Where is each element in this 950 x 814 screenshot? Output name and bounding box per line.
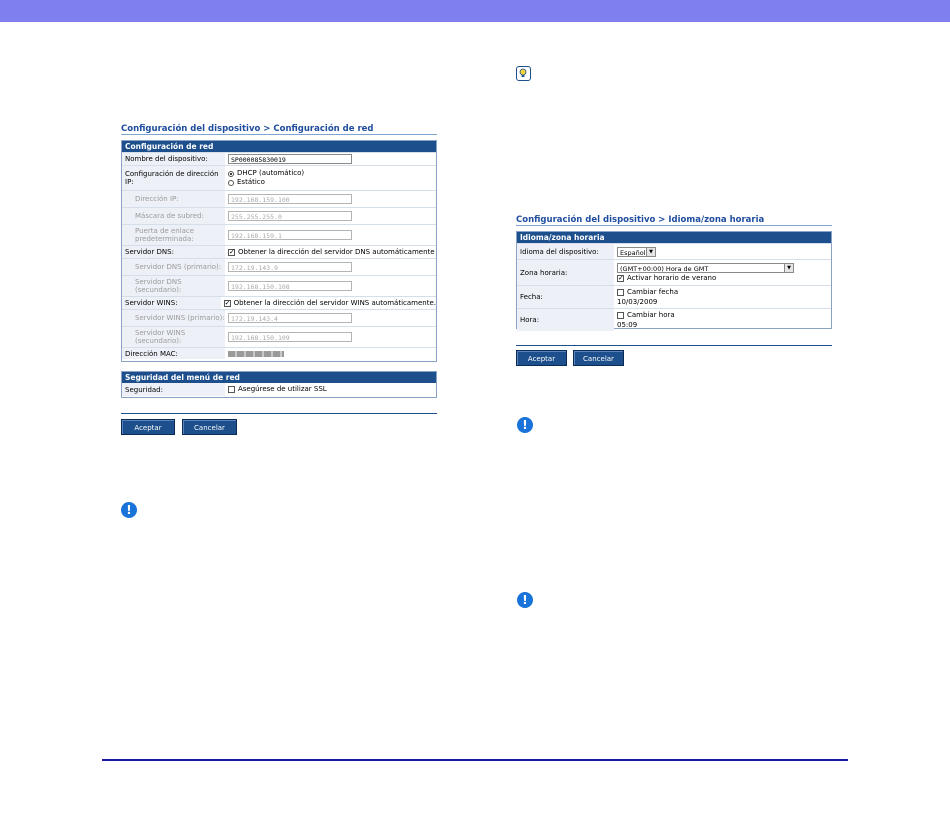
panel-header: Idioma/zona horaria [517, 232, 831, 243]
wins-auto-checkbox[interactable]: ✓ [223, 299, 231, 307]
dns-primary-label: Servidor DNS (primario): [122, 259, 225, 275]
gateway-row: Puerta de enlace predeterminada: 192.168… [122, 224, 436, 245]
panel-header: Configuración de red [122, 141, 436, 152]
dhcp-label: DHCP (automático) [237, 169, 305, 177]
wins-secondary-label: Servidor WINS (secundario): [122, 327, 225, 347]
dst-label: Activar horario de verano [627, 273, 717, 282]
wins-primary-label: Servidor WINS (primario): [122, 310, 225, 326]
important-icon: ! [517, 417, 533, 433]
security-label: Seguridad: [122, 383, 225, 396]
subnet-mask-row: Máscara de subred: 255.255.255.0 [122, 207, 436, 224]
security-panel-header: Seguridad del menú de red [122, 372, 436, 383]
mac-address-redacted [228, 350, 284, 357]
date-row: Fecha: Cambiar fecha 10/03/2009 [517, 285, 831, 308]
wins-auto-option[interactable]: ✓ Obtener la dirección del servidor WINS … [223, 298, 436, 308]
wins-label: Servidor WINS: [122, 297, 221, 309]
ssl-option[interactable]: Asegúrese de utilizar SSL [228, 385, 327, 394]
wins-row: Servidor WINS: ✓ Obtener la dirección del… [122, 296, 436, 309]
device-name-label: Nombre del dispositivo: [122, 153, 225, 165]
change-time-label: Cambiar hora [627, 310, 675, 319]
dns-auto-checkbox[interactable]: ✓ [228, 248, 235, 256]
button-divider [516, 345, 832, 346]
language-label: Idioma del dispositivo: [517, 244, 614, 259]
chevron-down-icon: ▼ [785, 262, 794, 273]
dns-primary-row: Servidor DNS (primario): 172.19.143.9 [122, 258, 436, 275]
time-row: Hora: Cambiar hora 05:09 [517, 308, 831, 331]
static-option[interactable]: Estático [228, 178, 304, 187]
dhcp-radio[interactable] [228, 170, 234, 177]
date-label: Fecha: [517, 286, 614, 308]
ip-address-input[interactable]: 192.168.159.100 [228, 194, 352, 204]
dst-option[interactable]: ✓ Activar horario de verano [617, 274, 794, 283]
ip-config-label: Configuración de dirección IP: [122, 166, 225, 190]
date-value: 10/03/2009 [617, 297, 658, 306]
breadcrumb-divider [121, 134, 437, 135]
top-banner [0, 0, 950, 22]
device-name-input[interactable]: SP000085830019 [228, 154, 352, 164]
change-time-option[interactable]: Cambiar hora [617, 311, 675, 320]
ip-config-row: Configuración de dirección IP: DHCP (aut… [122, 165, 436, 190]
gateway-label: Puerta de enlace predeterminada: [122, 225, 225, 245]
dns-auto-option[interactable]: ✓ Obtener la dirección del servidor DNS a… [228, 248, 435, 257]
dns-row: Servidor DNS: ✓ Obtener la dirección del … [122, 245, 436, 258]
gateway-input[interactable]: 192.168.159.1 [228, 230, 352, 240]
change-date-label: Cambiar fecha [627, 287, 679, 296]
timezone-breadcrumb: Configuración del dispositivo > Idioma/z… [516, 215, 765, 225]
network-breadcrumb: Configuración del dispositivo > Configur… [121, 124, 374, 134]
dns-auto-label: Obtener la dirección del servidor DNS au… [238, 247, 435, 256]
change-time-checkbox[interactable] [617, 311, 624, 319]
wins-secondary-row: Servidor WINS (secundario): 192.168.150.… [122, 326, 436, 347]
wins-secondary-input[interactable]: 192.168.150.109 [228, 332, 352, 342]
dst-checkbox[interactable]: ✓ [617, 274, 624, 282]
network-settings-panel: Configuración de red Nombre del disposit… [121, 140, 437, 362]
change-date-option[interactable]: Cambiar fecha [617, 288, 678, 297]
language-timezone-panel: Idioma/zona horaria Idioma del dispositi… [516, 231, 832, 331]
mac-label: Dirección MAC: [122, 348, 225, 359]
timezone-select[interactable]: (GMT+00:00) Hora de GMT ▼ [617, 262, 794, 273]
important-icon: ! [517, 592, 533, 608]
dns-secondary-row: Servidor DNS (secundario): 192.168.150.1… [122, 275, 436, 296]
static-label: Estático [237, 178, 265, 186]
chevron-down-icon: ▼ [647, 246, 656, 257]
important-icon: ! [121, 502, 137, 518]
subnet-mask-input[interactable]: 255.255.255.0 [228, 211, 352, 221]
language-row: Idioma del dispositivo: Español ▼ [517, 243, 831, 259]
wins-auto-label: Obtener la dirección del servidor WINS a… [233, 298, 436, 307]
network-security-panel: Seguridad del menú de red Seguridad: Ase… [121, 371, 437, 398]
device-name-row: Nombre del dispositivo: SP000085830019 [122, 152, 436, 165]
time-label: Hora: [517, 309, 614, 331]
button-divider [121, 413, 437, 414]
timezone-select-value: (GMT+00:00) Hora de GMT [617, 262, 785, 273]
dns-secondary-label: Servidor DNS (secundario): [122, 276, 225, 296]
wins-primary-input[interactable]: 172.19.143.4 [228, 313, 352, 323]
timezone-label: Zona horaria: [517, 260, 614, 285]
ssl-checkbox[interactable] [228, 386, 235, 393]
subnet-mask-label: Máscara de subred: [122, 208, 225, 224]
accept-button[interactable]: Aceptar [121, 419, 175, 435]
ssl-label: Asegúrese de utilizar SSL [238, 385, 327, 393]
dns-primary-input[interactable]: 172.19.143.9 [228, 262, 352, 272]
time-value: 05:09 [617, 320, 638, 329]
dhcp-option[interactable]: DHCP (automático) [228, 169, 304, 178]
hint-icon [516, 66, 531, 81]
timezone-row: Zona horaria: (GMT+00:00) Hora de GMT ▼ … [517, 259, 831, 285]
ip-address-row: Dirección IP: 192.168.159.100 [122, 190, 436, 207]
ip-address-label: Dirección IP: [122, 191, 225, 207]
dns-label: Servidor DNS: [122, 246, 225, 258]
security-row: Seguridad: Asegúrese de utilizar SSL [122, 383, 436, 396]
change-date-checkbox[interactable] [617, 288, 624, 296]
language-select[interactable]: Español ▼ [617, 246, 656, 257]
dns-secondary-input[interactable]: 192.168.150.108 [228, 281, 352, 291]
accept-button[interactable]: Aceptar [516, 350, 567, 366]
language-select-value: Español [617, 246, 647, 257]
cancel-button[interactable]: Cancelar [182, 419, 237, 435]
static-radio[interactable] [228, 179, 234, 186]
footer-divider [102, 759, 848, 761]
breadcrumb-divider [516, 225, 832, 226]
mac-row: Dirección MAC: [122, 347, 436, 359]
cancel-button[interactable]: Cancelar [573, 350, 624, 366]
wins-primary-row: Servidor WINS (primario): 172.19.143.4 [122, 309, 436, 326]
